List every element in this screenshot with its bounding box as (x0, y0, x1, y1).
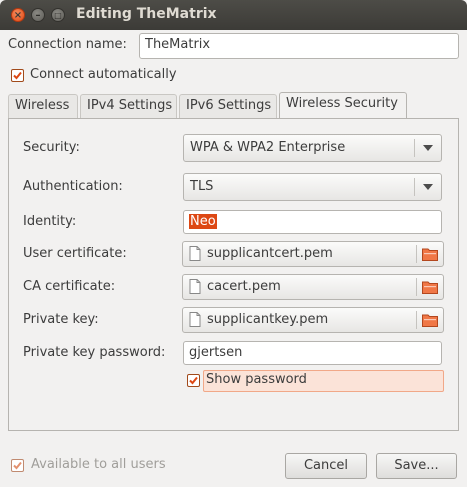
private-key-label: Private key: (23, 312, 99, 327)
cancel-button[interactable]: Cancel (285, 453, 367, 479)
show-password-label[interactable]: Show password (206, 372, 307, 387)
checkmark-icon (13, 71, 22, 80)
user-certificate-chooser[interactable]: supplicantcert.pem (182, 241, 444, 267)
private-key-chooser[interactable]: supplicantkey.pem (182, 307, 444, 333)
checkmark-icon (13, 461, 22, 470)
authentication-label: Authentication: (23, 179, 123, 194)
connection-name-label: Connection name: (8, 37, 127, 52)
tab-wireless-security[interactable]: Wireless Security (279, 92, 407, 119)
minimize-window-button[interactable]: – (31, 8, 45, 22)
authentication-combo[interactable]: TLS (183, 173, 442, 201)
window-titlebar[interactable]: × – □ Editing TheMatrix (0, 0, 467, 30)
private-key-filename: supplicantkey.pem (207, 312, 329, 327)
chooser-separator (416, 245, 417, 263)
window-title: Editing TheMatrix (76, 6, 217, 22)
identity-label: Identity: (23, 214, 77, 229)
tab-ipv4-settings[interactable]: IPv4 Settings (80, 94, 177, 118)
private-key-password-input[interactable]: gjertsen (183, 341, 442, 365)
chooser-separator (416, 278, 417, 296)
connection-name-input[interactable]: TheMatrix (139, 33, 459, 59)
ca-certificate-chooser[interactable]: cacert.pem (182, 274, 444, 300)
checkmark-icon (189, 376, 198, 385)
folder-icon (422, 314, 438, 327)
maximize-window-button[interactable]: □ (51, 8, 65, 22)
document-icon (189, 279, 201, 294)
private-key-password-label: Private key password: (23, 345, 166, 360)
authentication-value: TLS (190, 179, 214, 194)
dropdown-arrow-icon (423, 184, 433, 190)
user-certificate-label: User certificate: (23, 246, 127, 261)
dropdown-arrow-icon (423, 145, 433, 151)
security-value: WPA & WPA2 Enterprise (190, 140, 346, 155)
connect-automatically-label[interactable]: Connect automatically (30, 67, 177, 82)
ca-certificate-filename: cacert.pem (207, 279, 281, 294)
available-to-all-users-label[interactable]: Available to all users (31, 457, 166, 472)
document-icon (189, 312, 201, 327)
combo-separator (414, 178, 415, 196)
tab-wireless[interactable]: Wireless (8, 94, 78, 118)
chooser-separator (416, 311, 417, 329)
user-certificate-filename: supplicantcert.pem (207, 246, 333, 261)
save-button[interactable]: Save... (376, 453, 457, 479)
combo-separator (414, 139, 415, 157)
folder-icon (422, 281, 438, 294)
ca-certificate-label: CA certificate: (23, 279, 116, 294)
available-to-all-users-checkbox[interactable] (11, 459, 24, 472)
identity-selected-text: Neo (189, 214, 217, 229)
folder-icon (422, 248, 438, 261)
security-label: Security: (23, 140, 80, 155)
document-icon (189, 246, 201, 261)
identity-input[interactable]: Neo (183, 210, 442, 234)
connect-automatically-checkbox[interactable] (11, 69, 24, 82)
show-password-checkbox[interactable] (187, 374, 200, 387)
tab-ipv6-settings[interactable]: IPv6 Settings (179, 94, 277, 118)
security-combo[interactable]: WPA & WPA2 Enterprise (183, 134, 442, 162)
close-window-button[interactable]: × (11, 8, 25, 22)
